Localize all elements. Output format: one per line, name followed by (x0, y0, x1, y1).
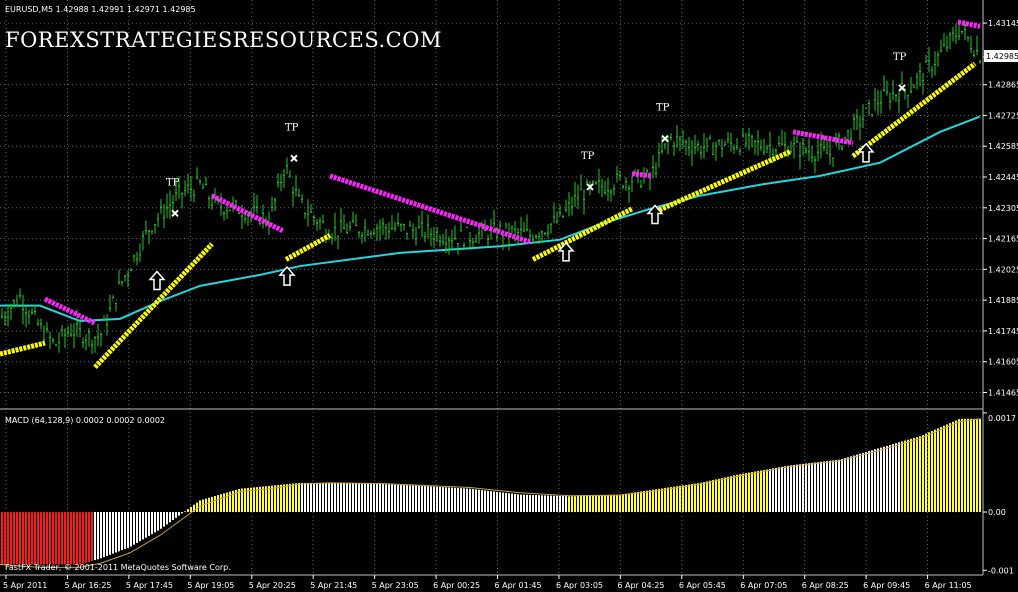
take-profit-label: TP (656, 103, 670, 114)
price-tick-label: 1.42865 (988, 81, 1018, 90)
macd-tick-label: 0.0017 (988, 414, 1016, 423)
time-tick-label: 5 Apr 20:25 (249, 581, 296, 590)
price-tick-label: 1.43145 (988, 19, 1018, 28)
price-tick-label: 1.42165 (988, 235, 1018, 244)
price-tick-label: 1.42725 (988, 111, 1018, 120)
macd-tick-label: 0.00 (988, 508, 1006, 517)
time-tick-label: 5 Apr 21:45 (310, 581, 357, 590)
take-profit-label: TP (893, 52, 907, 63)
time-tick-label: 5 Apr 19:05 (187, 581, 234, 590)
time-tick-label: 6 Apr 11:05 (925, 581, 972, 590)
price-tick-label: 1.41605 (988, 358, 1018, 367)
price-tick-label: 1.42585 (988, 142, 1018, 151)
price-tick-label: 1.41885 (988, 296, 1018, 305)
time-tick-label: 6 Apr 03:05 (556, 581, 603, 590)
price-tick-label: 1.42445 (988, 173, 1018, 182)
time-tick-label: 5 Apr 17:45 (126, 581, 173, 590)
time-tick-label: 6 Apr 09:45 (863, 581, 910, 590)
time-tick-label: 6 Apr 07:05 (740, 581, 787, 590)
chart-window[interactable]: TP TP TP TP TP 1.42985 1.43145 1.42865 1.42725… (0, 0, 1018, 592)
take-profit-label: TP (285, 122, 299, 133)
time-tick-label: 5 Apr 16:25 (64, 581, 111, 590)
time-tick-label: 6 Apr 04:25 (617, 581, 664, 590)
price-tick-label: 1.41465 (988, 389, 1018, 398)
macd-tick-label: -0.001 (988, 566, 1014, 575)
time-tick-label: 6 Apr 08:25 (802, 581, 849, 590)
time-tick-label: 6 Apr 05:45 (679, 581, 726, 590)
copyright-footer: FastFX Trader, © 2001-2011 MetaQuotes So… (5, 563, 231, 572)
watermark-text: FOREXSTRATEGIESRESOURCES.COM (5, 28, 442, 52)
price-tick-label: 1.42305 (988, 204, 1018, 213)
take-profit-label: TP (581, 151, 595, 162)
macd-title: MACD (64,128,9) 0.0002 0.0002 0.0002 (5, 416, 165, 425)
take-profit-label: TP (166, 177, 180, 188)
time-tick-label: 6 Apr 01:45 (495, 581, 542, 590)
symbol-header: EURUSD,M5 1.42988 1.42991 1.42971 1.4298… (5, 5, 196, 14)
time-tick-label: 6 Apr 00:25 (433, 581, 480, 590)
price-tick-label: 1.41745 (988, 327, 1018, 336)
current-price-label: 1.42985 (986, 52, 1018, 61)
time-tick-label: 5 Apr 2011 (3, 581, 47, 590)
time-tick-label: 5 Apr 23:05 (372, 581, 419, 590)
price-tick-label: 1.42025 (988, 265, 1018, 274)
